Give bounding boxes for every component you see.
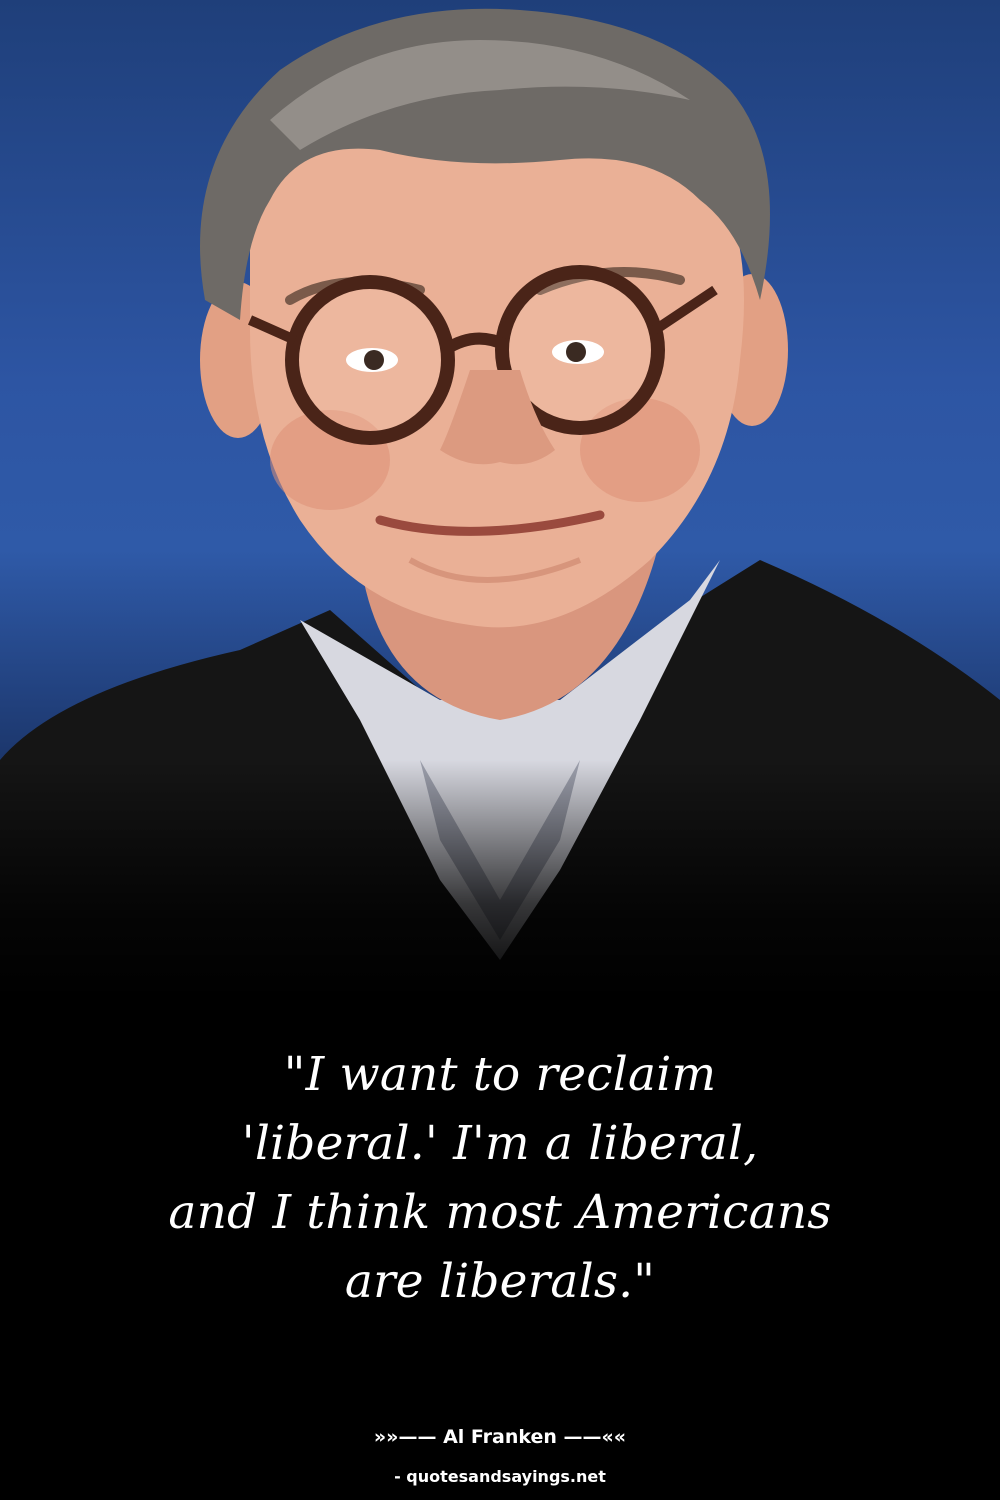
bottom-fade xyxy=(0,760,1000,1000)
author-attribution: »»—— Al Franken ——«« xyxy=(373,1426,627,1448)
quote-text: "I want to reclaim 'liberal.' I'm a libe… xyxy=(168,1047,832,1309)
quote-poster: "I want to reclaim 'liberal.' I'm a libe… xyxy=(0,0,1000,1500)
portrait-photo xyxy=(0,0,1000,1000)
source-link: - quotesandsayings.net xyxy=(394,1467,606,1486)
